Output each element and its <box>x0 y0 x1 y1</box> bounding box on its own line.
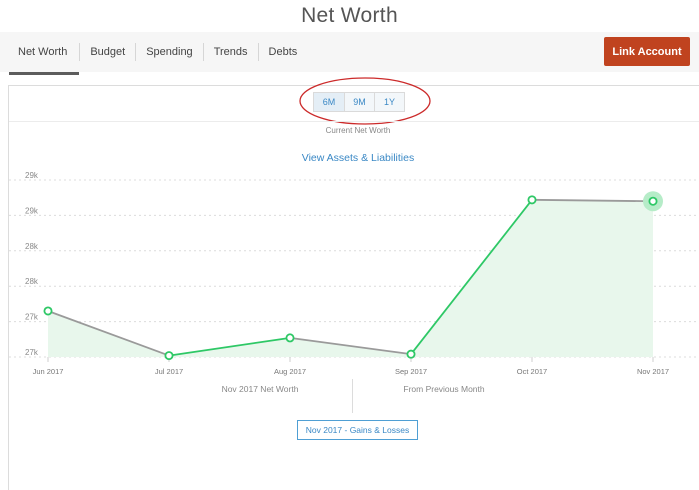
gains-losses-button[interactable]: Nov 2017 - Gains & Losses <box>297 420 418 440</box>
net-worth-chart: 29k 29k 28k 28k 27k 27k Jun 2017 Jul 2017 Aug 20… <box>9 171 699 376</box>
data-point <box>164 351 174 361</box>
y-tick-label: 27k <box>25 313 39 322</box>
y-tick-label: 29k <box>25 171 39 180</box>
data-point <box>527 195 537 205</box>
footer-change-label: From Previous Month <box>403 384 485 394</box>
data-point <box>406 349 416 359</box>
footer-net-worth-label: Nov 2017 Net Worth <box>221 384 299 394</box>
x-tick-label: Oct 2017 <box>517 367 547 376</box>
data-point <box>648 196 658 206</box>
series-area <box>48 199 653 357</box>
data-point <box>43 306 53 316</box>
y-tick-label: 28k <box>25 277 39 286</box>
x-tick-label: Jun 2017 <box>33 367 64 376</box>
data-point <box>285 333 295 343</box>
y-tick-label: 29k <box>25 206 39 215</box>
x-tick-label: Aug 2017 <box>274 367 306 376</box>
y-tick-label: 28k <box>25 242 39 251</box>
x-tick-label: Jul 2017 <box>155 367 183 376</box>
x-tick-label: Sep 2017 <box>395 367 427 376</box>
footer-divider <box>352 379 353 413</box>
x-tick-label: Nov 2017 <box>637 367 669 376</box>
y-tick-label: 27k <box>25 348 39 357</box>
